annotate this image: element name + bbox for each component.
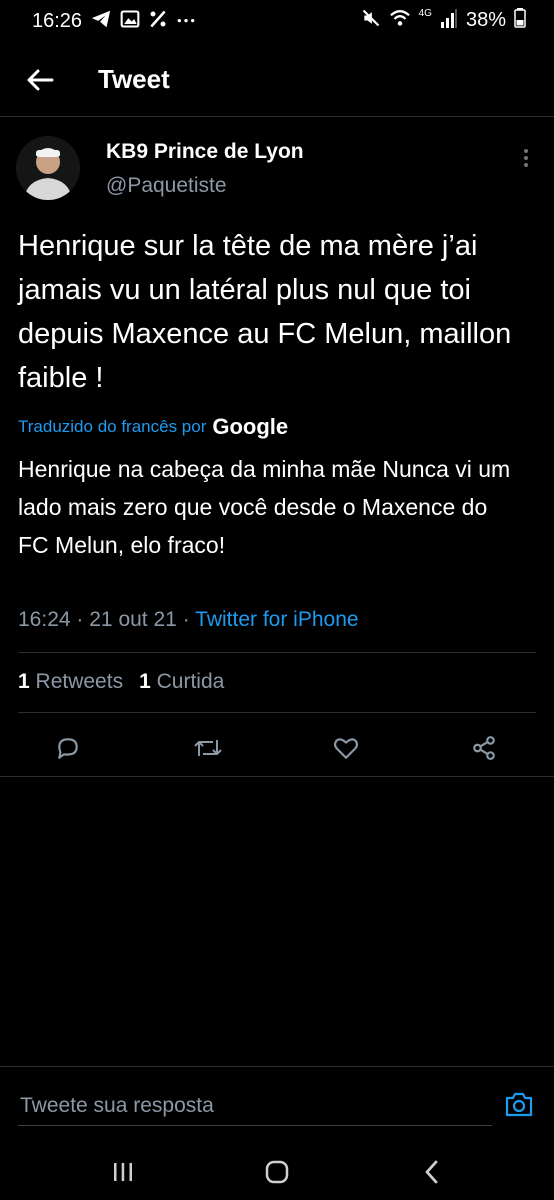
tweet-time: 16:24 — [18, 608, 71, 631]
status-left-icons — [90, 8, 196, 35]
more-vertical-icon — [524, 149, 528, 167]
mute-icon — [361, 8, 381, 33]
back-icon — [425, 1160, 438, 1184]
network-type: 4G — [418, 8, 432, 19]
divider — [18, 652, 536, 653]
status-time: 16:26 — [32, 10, 83, 32]
percent-icon — [148, 9, 168, 34]
retweet-icon — [194, 740, 222, 756]
camera-button[interactable] — [502, 1087, 536, 1121]
tweet-source-link[interactable]: Twitter for iPhone — [195, 608, 358, 631]
nav-back-button[interactable] — [412, 1158, 452, 1186]
back-button[interactable] — [20, 62, 60, 98]
battery-percent: 38% — [465, 9, 506, 31]
camera-icon — [505, 1092, 533, 1117]
tweet-stats: 1 Retweets 1 Curtida — [18, 670, 224, 694]
tweet-text: Henrique sur la tête de ma mère j’ai jam… — [18, 230, 512, 394]
more-options-button[interactable] — [512, 144, 540, 172]
tweet-actions — [0, 720, 554, 777]
signal-icon — [440, 8, 458, 33]
recents-button[interactable] — [103, 1158, 143, 1186]
translation-attribution: Traduzido do francês por Google — [18, 414, 288, 440]
likes-count: 1 — [139, 670, 151, 693]
wifi-icon — [389, 8, 411, 33]
author-handle[interactable]: @Paquetiste — [106, 174, 227, 198]
likes-label: Curtida — [156, 670, 225, 693]
likes-stat[interactable]: 1 Curtida — [139, 670, 224, 694]
image-icon — [120, 9, 140, 34]
status-right-icons: 4G 38% — [361, 8, 526, 33]
header: Tweet — [0, 44, 554, 117]
avatar[interactable] — [16, 136, 80, 200]
retweets-label: Retweets — [35, 670, 124, 693]
more-dots-icon — [176, 9, 196, 34]
home-button[interactable] — [257, 1158, 297, 1186]
divider — [18, 712, 536, 713]
meta-separator: · — [76, 608, 84, 631]
reply-input[interactable] — [18, 1085, 482, 1127]
page-title: Tweet — [98, 64, 170, 94]
translated-text: Henrique na cabeça da minha mãe Nunca vi… — [18, 456, 511, 558]
share-button[interactable] — [466, 732, 502, 764]
reply-underline — [18, 1125, 492, 1126]
share-icon — [473, 736, 495, 760]
recents-icon — [114, 1163, 132, 1181]
battery-icon — [514, 8, 526, 33]
retweet-button[interactable] — [190, 732, 226, 764]
retweets-count: 1 — [18, 670, 30, 693]
home-icon — [265, 1160, 289, 1184]
retweets-stat[interactable]: 1 Retweets — [18, 670, 123, 694]
translated-label[interactable]: Traduzido do francês por — [18, 417, 206, 437]
arrow-left-icon — [27, 69, 54, 91]
status-bar: 16:26 4G 38% — [0, 0, 554, 44]
system-nav-bar — [0, 1142, 554, 1200]
like-button[interactable] — [328, 732, 364, 764]
like-icon — [333, 738, 359, 759]
tweet-meta: 16:24 · 21 out 21 · Twitter for iPhone — [18, 608, 359, 632]
tweet-date: 21 out 21 — [89, 608, 177, 631]
google-logo: Google — [212, 414, 289, 439]
reply-icon — [58, 738, 78, 759]
meta-separator: · — [182, 608, 190, 631]
telegram-icon — [90, 8, 112, 35]
author-name[interactable]: KB9 Prince de Lyon — [106, 140, 304, 164]
reply-bar — [0, 1066, 554, 1143]
reply-button[interactable] — [50, 732, 86, 764]
